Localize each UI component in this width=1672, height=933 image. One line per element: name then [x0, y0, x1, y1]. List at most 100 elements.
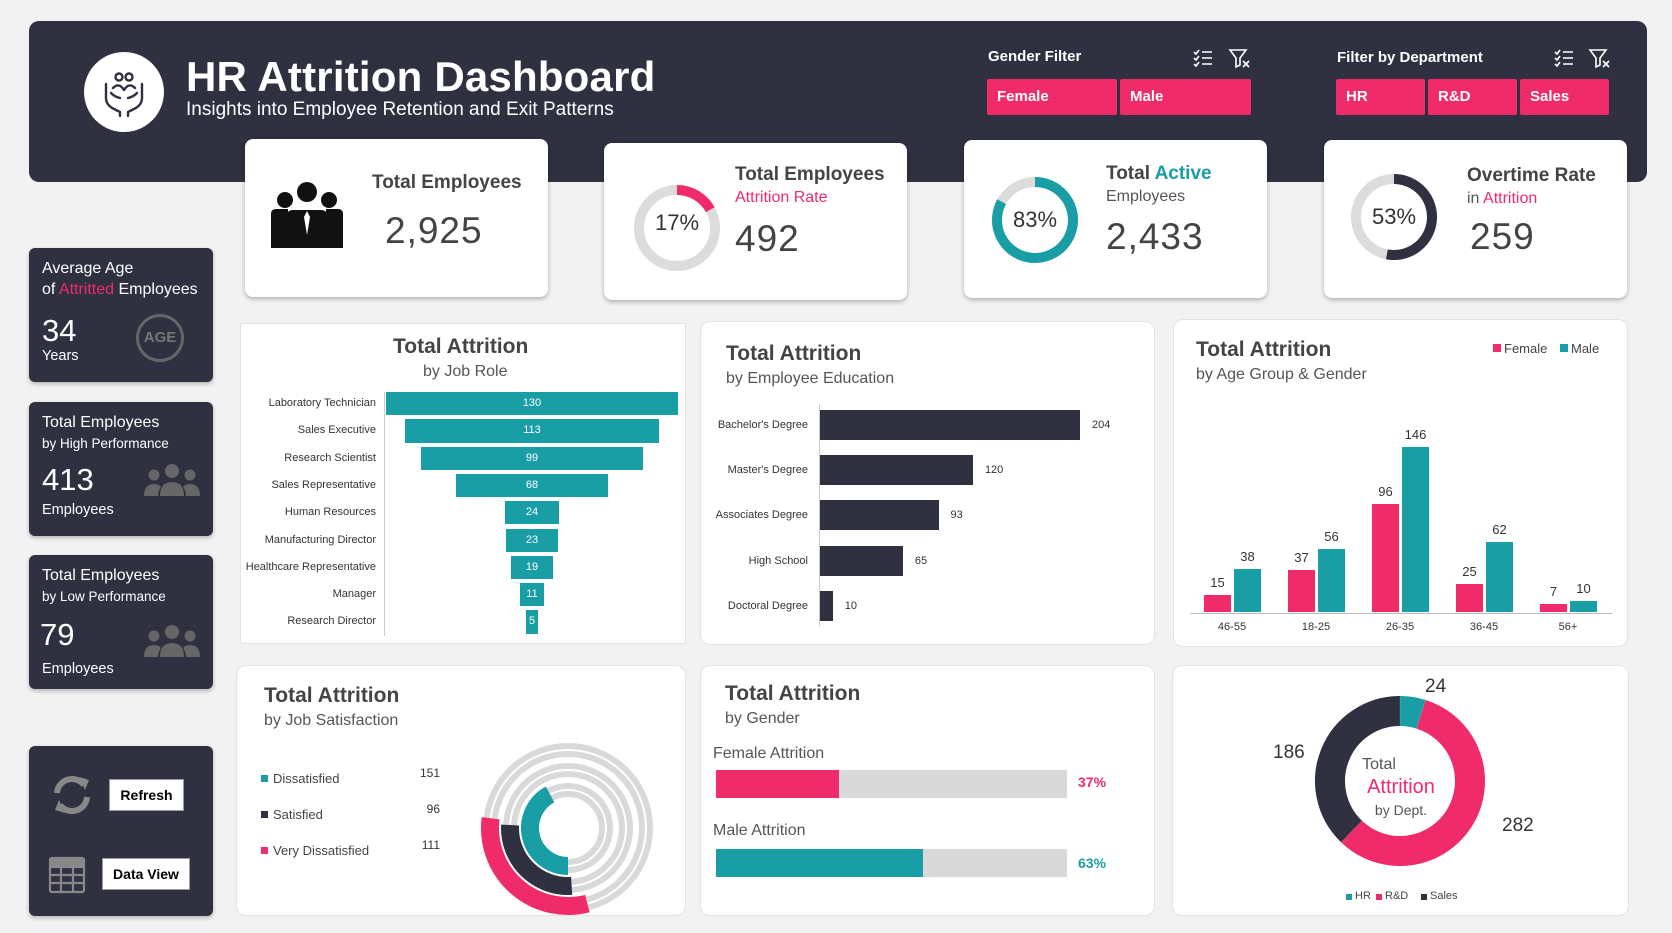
dept-legend-swatch: [1421, 894, 1427, 900]
age-gender-bar: [1372, 503, 1399, 612]
filter-female-button[interactable]: Female: [987, 79, 1117, 115]
education-bar: [820, 500, 939, 531]
job-role-value-label: 113: [523, 424, 541, 437]
data-view-button[interactable]: Data View: [102, 858, 190, 890]
hands-people-icon: [104, 72, 144, 118]
avg-age-value: 34: [42, 313, 77, 348]
multi-select-icon[interactable]: [1553, 47, 1575, 69]
filter-rnd-button[interactable]: R&D: [1428, 79, 1517, 115]
education-bar: [820, 545, 903, 576]
job-role-category: Laboratory Technician: [268, 397, 376, 409]
age-gender-category: 56+: [1558, 621, 1578, 633]
refresh-icon[interactable]: [49, 772, 95, 818]
gender-subtitle: by Gender: [725, 710, 800, 727]
dept-donut-slice: [1399, 696, 1426, 729]
job-role-value-label: 23: [525, 533, 539, 546]
age-gender-value-label: 15: [1210, 575, 1225, 591]
age-gender-value-label: 146: [1404, 427, 1427, 442]
low-perf-line1: Total Employees: [42, 567, 160, 584]
multi-select-icon[interactable]: [1192, 47, 1214, 69]
dept-value-label: 186: [1273, 742, 1305, 763]
satisfaction-value-label: 111: [421, 838, 440, 852]
job-role-category: Research Director: [287, 615, 376, 628]
users-group-icon: [144, 464, 200, 496]
satisfaction-ring-arc: [521, 786, 569, 875]
kpi-active-sub: Employees: [1106, 188, 1186, 205]
high-performance-card: Total Employees by High Performance 413 …: [29, 402, 213, 536]
kpi-attrition-value: 492: [735, 218, 800, 259]
age-gender-value-label: 62: [1492, 521, 1507, 537]
low-performance-card: Total Employees by Low Performance 79 Em…: [29, 555, 213, 689]
age-gender-value-label: 37: [1294, 550, 1309, 566]
education-category: Master's Degree: [727, 464, 808, 477]
female-attrition-label: Female Attrition: [713, 745, 825, 762]
satisfaction-legend-label: Dissatisfied: [273, 771, 340, 786]
job-role-category: Research Scientist: [284, 451, 376, 464]
filter-hr-button[interactable]: HR: [1336, 79, 1425, 115]
filter-male-button[interactable]: Male: [1120, 79, 1251, 115]
avg-age-card: Average Age of Attritted Employees 34 Ye…: [29, 248, 213, 382]
male-attrition-bar: [716, 849, 924, 877]
age-gender-bar: [1540, 604, 1567, 612]
avg-age-line2: of Attritted Employees: [42, 281, 198, 298]
satisfaction-value-label: 151: [419, 766, 440, 780]
age-gender-value-label: 38: [1240, 549, 1255, 565]
age-gender-bar: [1456, 583, 1483, 612]
satisfaction-value-label: 96: [426, 802, 440, 816]
job-role-value-label: 99: [525, 451, 539, 464]
age-gender-bar: [1570, 600, 1597, 612]
avg-age-unit: Years: [42, 348, 79, 364]
age-gender-category: 26-35: [1385, 621, 1415, 633]
kpi-total-employees-value: 2,925: [385, 210, 483, 251]
age-gender-bar: [1318, 548, 1345, 612]
legend-female: Female: [1504, 341, 1548, 356]
job-role-category: Human Resources: [284, 506, 376, 519]
people-group-icon: [271, 182, 343, 248]
clear-filter-icon[interactable]: [1588, 47, 1610, 69]
low-perf-value: 79: [40, 617, 75, 652]
age-icon: AGE: [136, 314, 184, 362]
education-title: Total Attrition: [726, 342, 862, 365]
gender-filter-label: Gender Filter: [988, 48, 1082, 65]
male-attrition-percent: 63%: [1078, 855, 1107, 871]
female-attrition-percent: 37%: [1078, 774, 1107, 790]
age-gender-title: Total Attrition: [1196, 338, 1332, 361]
age-gender-axis: [1190, 613, 1612, 614]
job-role-value-label: 19: [525, 560, 539, 573]
age-gender-bar: [1234, 569, 1261, 612]
age-gender-value-label: 96: [1378, 483, 1393, 499]
page-title: HR Attrition Dashboard: [186, 53, 656, 100]
job-role-category: Manager: [332, 588, 376, 601]
age-gender-category: 46-55: [1217, 621, 1247, 633]
dept-legend-swatch: [1346, 894, 1352, 900]
logo: [84, 52, 164, 132]
education-value-label: 65: [914, 554, 928, 567]
dept-legend-label: HR: [1355, 890, 1371, 902]
education-category: High School: [748, 554, 808, 567]
table-icon: [48, 856, 86, 894]
education-bar: [820, 455, 973, 486]
kpi-overtime-sub: in Attrition: [1467, 190, 1538, 207]
education-subtitle: by Employee Education: [726, 370, 895, 387]
avg-age-line1: Average Age: [42, 260, 134, 277]
age-gender-bar: [1204, 595, 1231, 612]
job-role-category: Sales Representative: [271, 478, 376, 491]
high-perf-line1: Total Employees: [42, 414, 160, 431]
job-role-value-label: 24: [525, 506, 539, 519]
gender-title: Total Attrition: [725, 682, 861, 705]
filter-sales-button[interactable]: Sales: [1520, 79, 1609, 115]
legend-female-swatch: [1493, 344, 1501, 352]
refresh-button[interactable]: Refresh: [109, 779, 184, 811]
kpi-active-value: 2,433: [1106, 216, 1204, 257]
job-role-value-label: 11: [526, 588, 538, 601]
clear-filter-icon[interactable]: [1228, 47, 1250, 69]
dept-center-line1: Total: [1362, 756, 1396, 773]
age-gender-subtitle: by Age Group & Gender: [1196, 366, 1367, 383]
male-attrition-label: Male Attrition: [713, 822, 806, 839]
satisfaction-subtitle: by Job Satisfaction: [264, 712, 399, 729]
job-role-subtitle: by Job Role: [423, 363, 508, 380]
high-perf-unit: Employees: [42, 502, 114, 518]
dept-legend-swatch: [1376, 894, 1382, 900]
dept-legend-label: Sales: [1430, 890, 1458, 902]
satisfaction-title: Total Attrition: [264, 684, 400, 707]
